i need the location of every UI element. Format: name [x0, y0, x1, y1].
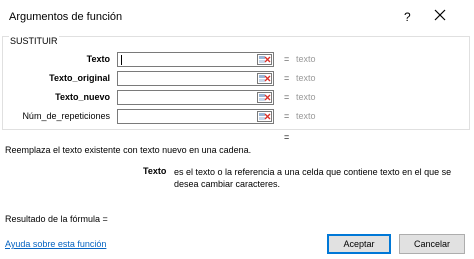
range-select-icon[interactable] [257, 73, 272, 84]
ok-button[interactable]: Aceptar [327, 234, 391, 254]
function-arguments-dialog: Argumentos de función ? SUSTITUIR Texto … [0, 0, 474, 259]
arg-input-texto-original[interactable] [117, 71, 274, 86]
arg-input-num-de-repeticiones[interactable] [117, 109, 274, 124]
text-cursor [121, 55, 122, 65]
function-description: Reemplaza el texto existente con texto n… [5, 145, 252, 155]
arg-input-texto-nuevo[interactable] [117, 90, 274, 105]
arg-input-texto[interactable] [117, 52, 274, 67]
cancel-button[interactable]: Cancelar [399, 234, 465, 254]
close-icon[interactable] [433, 8, 447, 22]
dialog-title: Argumentos de función [9, 11, 123, 23]
arg-label-texto-nuevo: Texto_nuevo [55, 92, 110, 102]
function-name-legend: SUSTITUIR [9, 36, 59, 46]
arg-equals: = [284, 54, 290, 64]
arg-equals: = [284, 73, 290, 83]
range-select-icon[interactable] [257, 54, 272, 65]
help-button[interactable]: ? [404, 10, 411, 24]
help-link[interactable]: Ayuda sobre esta función [5, 239, 106, 249]
arg-label-texto: Texto [86, 54, 110, 64]
current-arg-name: Texto [143, 166, 167, 176]
arg-equals: = [284, 92, 290, 102]
arg-label-texto-original: Texto_original [49, 73, 110, 83]
current-arg-description: es el texto o la referencia a una celda … [174, 167, 452, 189]
arg-label-num-de-repeticiones: Núm_de_repeticiones [22, 111, 110, 121]
range-select-icon[interactable] [257, 111, 272, 122]
arg-result: texto [296, 73, 316, 83]
arg-result: texto [296, 111, 316, 121]
arg-equals: = [284, 111, 290, 121]
function-result-equals: = [284, 132, 290, 142]
range-select-icon[interactable] [257, 92, 272, 103]
arg-result: texto [296, 54, 316, 64]
arg-result: texto [296, 92, 316, 102]
formula-result-label: Resultado de la fórmula = [5, 214, 108, 224]
